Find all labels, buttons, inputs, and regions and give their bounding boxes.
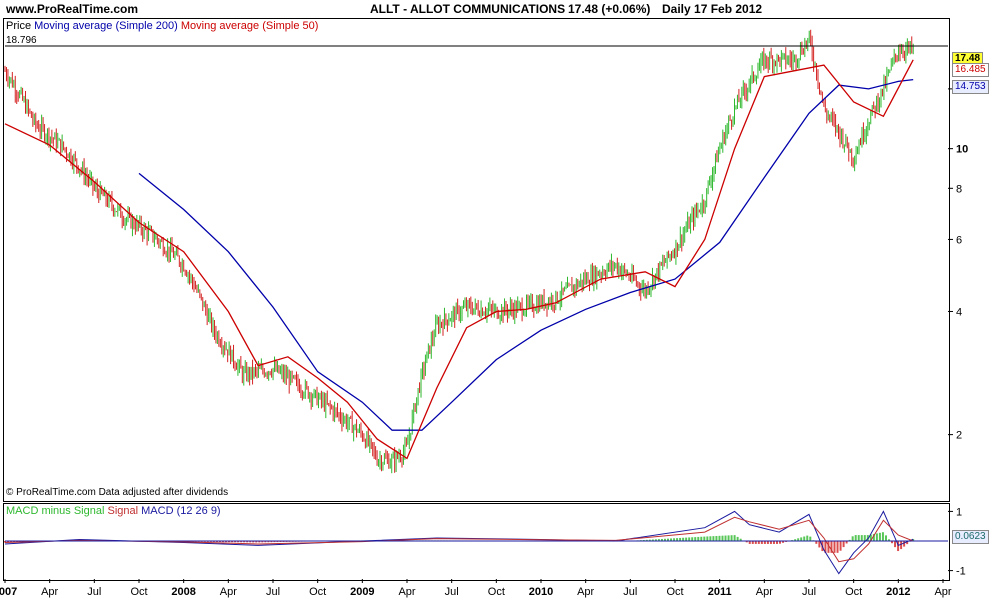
legend-price: Price: [6, 20, 32, 32]
copyright-note: © ProRealTime.com Data adjusted after di…: [6, 487, 229, 498]
macd-tick-label: 1: [956, 506, 962, 518]
time-tick-label: Apr: [934, 586, 951, 598]
time-tick-label: Apr: [398, 586, 415, 598]
price-top-value: 18.796: [6, 35, 37, 46]
time-tick-label: 2008: [171, 586, 195, 598]
macd-last-tag: 0.0623: [952, 530, 989, 544]
macd-legend: MACD minus Signal Signal MACD (12 26 9): [6, 505, 221, 517]
time-tick-label: 2010: [529, 586, 553, 598]
price-tick-label: 2: [956, 430, 962, 442]
time-tick-label: Oct: [488, 586, 505, 598]
time-axis: 2007 Apr Jul Oct 2008 Apr Jul Oct 2009 Apr Jul Oct 2…: [0, 579, 952, 598]
macd-histogram: [4, 532, 915, 553]
time-tick-label: Apr: [577, 586, 594, 598]
price-tick-label: 6: [956, 234, 962, 246]
ma200-line: [138, 78, 914, 431]
time-tick-label: Oct: [130, 586, 147, 598]
time-tick-label: 2012: [886, 586, 910, 598]
legend-macd: MACD (12 26 9): [141, 505, 221, 517]
time-tick-label: Jul: [87, 586, 101, 598]
macd-tick-label: -1: [956, 566, 966, 578]
time-tick-label: 2011: [708, 586, 732, 598]
time-tick-label: Oct: [845, 586, 862, 598]
legend-ma200: Moving average (Simple 200): [34, 20, 178, 32]
time-tick-label: 2009: [350, 586, 374, 598]
ma50-tag: 16.485: [952, 63, 989, 77]
price-tick-label: 4: [956, 306, 962, 318]
price-bars: [4, 29, 914, 474]
time-tick-label: Jul: [802, 586, 816, 598]
time-tick-label: Oct: [309, 586, 326, 598]
time-tick-label: Apr: [756, 586, 773, 598]
time-tick-label: Jul: [445, 586, 459, 598]
legend-signal: Signal: [107, 505, 139, 517]
signal-line: [4, 516, 914, 563]
price-tick-label: 8: [956, 183, 962, 195]
legend-ma50: Moving average (Simple 50): [180, 20, 319, 32]
time-tick-label: 2007: [0, 586, 17, 598]
ma50-line: [4, 59, 914, 460]
ma200-tag: 14.753: [952, 80, 989, 94]
time-tick-label: Oct: [666, 586, 683, 598]
price-legend: Price Moving average (Simple 200) Moving…: [6, 20, 318, 32]
time-tick-label: Apr: [41, 586, 58, 598]
price-tick-label: 10: [956, 144, 968, 156]
legend-macd-hist: MACD minus Signal: [6, 505, 105, 517]
time-tick-label: Jul: [266, 586, 280, 598]
time-tick-label: Apr: [220, 586, 237, 598]
time-tick-label: Jul: [623, 586, 637, 598]
